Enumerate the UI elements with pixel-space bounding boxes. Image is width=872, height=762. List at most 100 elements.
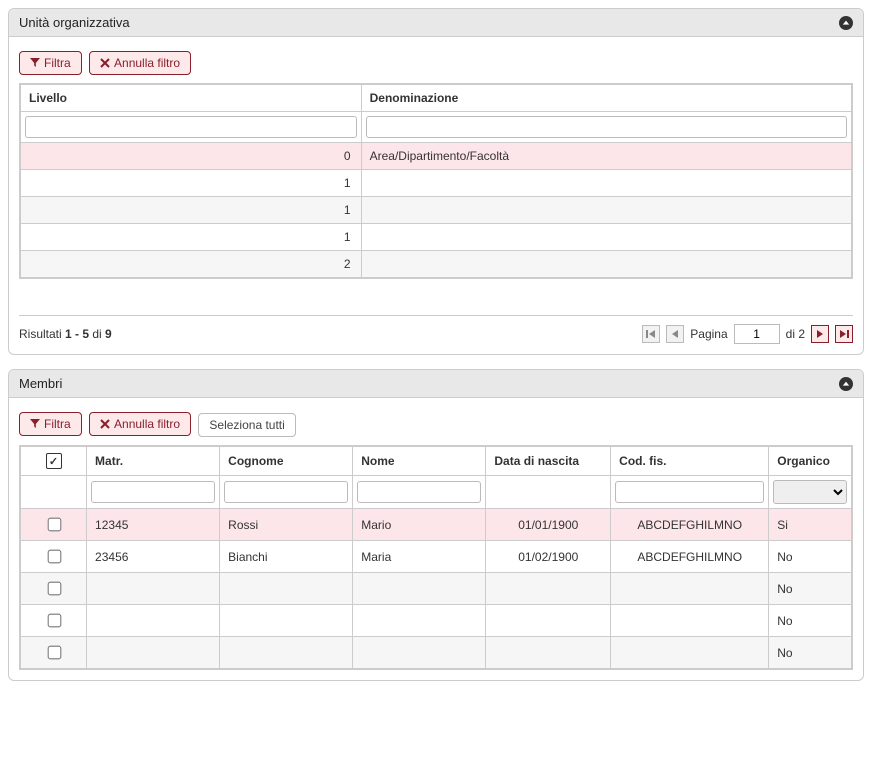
cell-cod: ABCDEFGHILMNO [611,541,769,573]
cell-nome [353,573,486,605]
cell-data [486,573,611,605]
page-of: di 2 [786,327,805,341]
results-total: 9 [105,327,112,341]
unit-panel-title: Unità organizzativa [19,15,130,30]
cell-name [361,197,852,224]
filter-button[interactable]: Filtra [19,412,82,436]
cell-organico: Si [769,509,852,541]
cell-organico: No [769,573,852,605]
table-row[interactable]: No [20,573,852,605]
prev-page-icon[interactable] [666,325,684,343]
filter-button-label: Filtra [44,56,71,70]
cognome-filter-input[interactable] [224,481,348,503]
cell-nome: Mario [353,509,486,541]
table-row[interactable]: 23456 Bianchi Maria 01/02/1900 ABCDEFGHI… [20,541,852,573]
unit-filter-row [20,112,852,143]
check-icon: ✓ [46,453,62,469]
members-panel-title: Membri [19,376,62,391]
row-checkbox[interactable] [47,646,61,660]
select-all-button-label: Seleziona tutti [209,418,284,432]
cell-level: 1 [20,224,361,251]
table-row[interactable]: 1 [20,170,852,197]
cell-cod [611,637,769,670]
cancel-filter-button-label: Annulla filtro [114,56,180,70]
cell-matr [87,573,220,605]
unit-panel-body: Filtra Annulla filtro Livello Denominazi… [9,37,863,354]
row-checkbox[interactable] [47,550,61,564]
members-toolbar: Filtra Annulla filtro Seleziona tutti [19,412,853,437]
table-row[interactable]: 0 Area/Dipartimento/Facoltà [20,143,852,170]
cell-level: 1 [20,170,361,197]
row-checkbox[interactable] [47,582,61,596]
cell-cognome: Rossi [220,509,353,541]
cell-cognome [220,605,353,637]
col-cod-header[interactable]: Cod. fis. [611,446,769,476]
cell-matr: 23456 [87,541,220,573]
row-checkbox[interactable] [47,614,61,628]
col-level-header[interactable]: Livello [20,84,361,112]
col-cognome-header[interactable]: Cognome [220,446,353,476]
cell-level: 2 [20,251,361,279]
cancel-filter-button[interactable]: Annulla filtro [89,51,191,75]
members-panel-body: Filtra Annulla filtro Seleziona tutti ✓ [9,398,863,680]
filter-button[interactable]: Filtra [19,51,82,75]
cell-organico: No [769,637,852,670]
col-data-header[interactable]: Data di nascita [486,446,611,476]
unit-panel-header: Unità organizzativa [9,9,863,37]
cell-cod [611,573,769,605]
organico-filter-select[interactable] [773,480,847,504]
page-label: Pagina [690,327,727,341]
table-row[interactable]: 12345 Rossi Mario 01/01/1900 ABCDEFGHILM… [20,509,852,541]
col-check-header: ✓ [20,446,87,476]
cancel-filter-button[interactable]: Annulla filtro [89,412,191,436]
matr-filter-input[interactable] [91,481,215,503]
cell-name [361,251,852,279]
col-matr-header[interactable]: Matr. [87,446,220,476]
collapse-icon[interactable] [839,377,853,391]
cell-name [361,224,852,251]
table-row[interactable]: No [20,637,852,670]
table-row[interactable]: 2 [20,251,852,279]
unit-toolbar: Filtra Annulla filtro [19,51,853,75]
cell-cod: ABCDEFGHILMNO [611,509,769,541]
members-panel: Membri Filtra Annulla filtro Seleziona t… [8,369,864,681]
level-filter-input[interactable] [25,116,357,138]
next-page-icon[interactable] [811,325,829,343]
cell-organico: No [769,605,852,637]
cod-filter-input[interactable] [615,481,764,503]
unit-table: Livello Denominazione 0 Area/Dipartiment… [19,83,853,279]
unit-results-bar: Risultati 1 - 5 di 9 Pagina di 2 [19,315,853,344]
last-page-icon[interactable] [835,325,853,343]
select-all-button[interactable]: Seleziona tutti [198,413,295,437]
filter-icon [30,419,40,429]
table-row[interactable]: 1 [20,224,852,251]
name-filter-input[interactable] [366,116,847,138]
cell-data [486,605,611,637]
collapse-icon[interactable] [839,16,853,30]
table-row[interactable]: No [20,605,852,637]
cancel-filter-button-label: Annulla filtro [114,417,180,431]
cell-nome: Maria [353,541,486,573]
results-mid: di [89,327,105,341]
cell-nome [353,637,486,670]
cell-level: 1 [20,197,361,224]
cell-matr: 12345 [87,509,220,541]
page-input[interactable] [734,324,780,344]
cell-cognome [220,573,353,605]
first-page-icon[interactable] [642,325,660,343]
col-organico-header[interactable]: Organico [769,446,852,476]
unit-panel: Unità organizzativa Filtra Annulla filtr… [8,8,864,355]
close-icon [100,419,110,429]
col-nome-header[interactable]: Nome [353,446,486,476]
cell-cod [611,605,769,637]
nome-filter-input[interactable] [357,481,481,503]
pager: Pagina di 2 [642,324,853,344]
results-range: 1 - 5 [65,327,89,341]
col-name-header[interactable]: Denominazione [361,84,852,112]
table-row[interactable]: 1 [20,197,852,224]
row-checkbox[interactable] [47,518,61,532]
cell-nome [353,605,486,637]
members-panel-header: Membri [9,370,863,398]
cell-name: Area/Dipartimento/Facoltà [361,143,852,170]
cell-level: 0 [20,143,361,170]
